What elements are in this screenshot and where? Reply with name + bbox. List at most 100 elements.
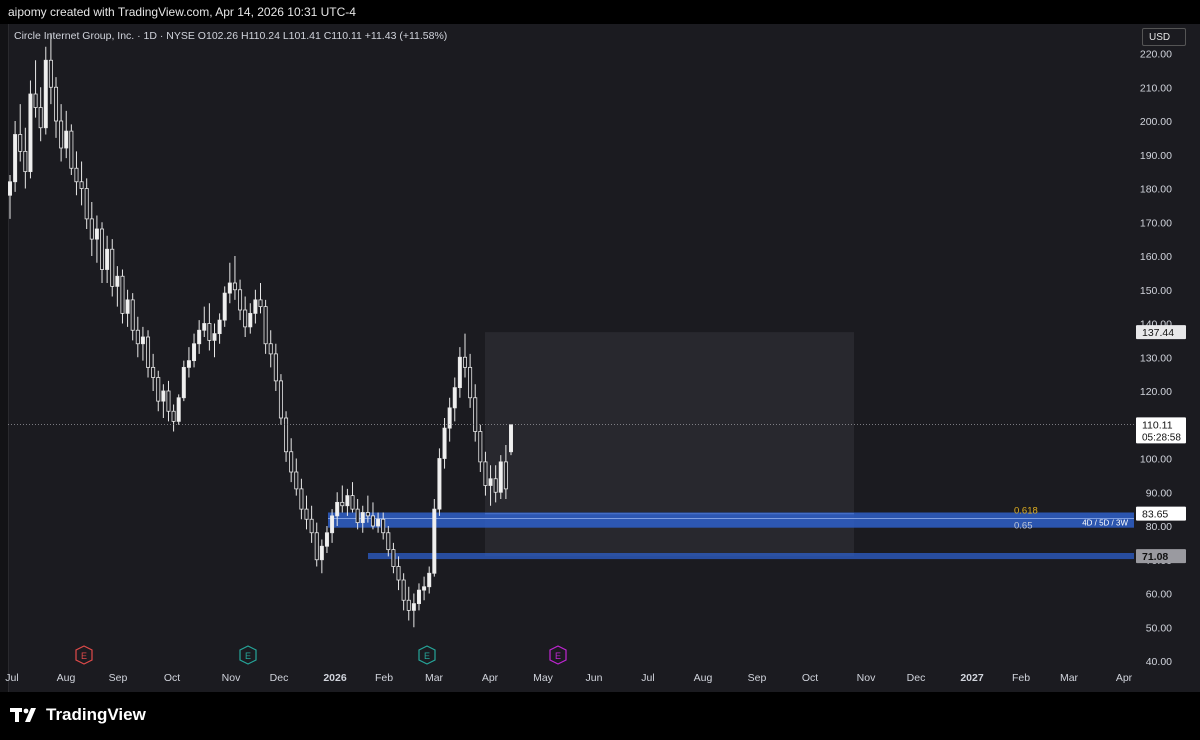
candle-body <box>263 306 268 345</box>
candle-body <box>289 451 294 473</box>
candle-body <box>110 248 115 287</box>
candle-body <box>370 515 375 527</box>
candle-body <box>7 181 12 196</box>
x-axis-tick-label: Jul <box>641 672 654 684</box>
candle-body <box>171 410 176 422</box>
candle-body <box>340 501 345 507</box>
x-axis-tick-label: Mar <box>425 672 444 684</box>
candle-body <box>192 343 197 362</box>
candle-body <box>406 599 411 611</box>
candle-body <box>166 390 171 412</box>
candle-body <box>243 309 248 328</box>
symbol-legend: Circle Internet Group, Inc. · 1D · NYSE … <box>14 30 448 42</box>
tradingview-logo-icon <box>10 708 36 722</box>
candle-body <box>345 495 350 507</box>
candle-body <box>217 319 222 335</box>
candle-body <box>350 495 355 510</box>
candle-body <box>151 366 156 378</box>
x-axis-tick-label: Oct <box>802 672 818 684</box>
candle-body <box>396 566 401 581</box>
candle-body <box>309 518 314 534</box>
y-axis-tick-label: 50.00 <box>1146 622 1172 634</box>
candle-body <box>432 508 437 574</box>
x-axis-tick-label: Nov <box>222 672 241 684</box>
candle-body <box>135 329 140 345</box>
y-axis-tick-label: 80.00 <box>1146 521 1172 533</box>
candle-body <box>23 150 28 173</box>
candle-body <box>299 488 304 510</box>
candle-body <box>28 93 33 173</box>
x-axis-tick-label: Feb <box>375 672 393 684</box>
tradingview-logo[interactable]: TradingView <box>10 704 146 726</box>
x-axis-tick-label: Dec <box>270 672 289 684</box>
candle-body <box>376 518 381 527</box>
price-axis-label: 110.11 <box>1142 419 1173 431</box>
candle-body <box>232 282 237 291</box>
candle-body <box>324 532 329 547</box>
x-axis-tick-label: Dec <box>907 672 926 684</box>
x-axis-tick-label: Apr <box>1116 672 1133 684</box>
fib-level-0618-label: 0.618 <box>1014 506 1038 517</box>
x-axis-tick-label: Aug <box>694 672 713 684</box>
y-axis-tick-label: 120.00 <box>1140 386 1172 398</box>
candle-body <box>79 181 84 189</box>
candle-body <box>452 387 457 409</box>
candle-body <box>314 532 319 561</box>
zone-timeframe-tag: 4D / 5D / 3W <box>1082 519 1128 528</box>
candle-body <box>294 471 299 490</box>
candle-body <box>69 130 74 169</box>
candle-body <box>386 532 391 551</box>
candle-body <box>120 275 125 314</box>
candle-body <box>125 299 130 314</box>
candle-body <box>48 59 53 88</box>
candle-body <box>411 603 416 611</box>
candle-body <box>401 579 406 601</box>
candle-body <box>186 360 191 368</box>
currency-selector[interactable]: USD <box>1142 28 1186 46</box>
brand-name: TradingView <box>46 705 146 724</box>
y-axis-tick-label: 40.00 <box>1146 656 1172 668</box>
y-axis-tick-label: 220.00 <box>1140 49 1172 61</box>
x-axis-tick-label: Apr <box>482 672 499 684</box>
candle-body <box>457 356 462 389</box>
candle-body <box>33 93 38 108</box>
candle-body <box>468 366 473 399</box>
x-axis-tick-label: May <box>533 672 554 684</box>
x-axis-tick-label: 2026 <box>323 672 347 684</box>
candle-body <box>478 431 483 463</box>
candle-body <box>473 397 478 432</box>
candle-body <box>258 299 263 308</box>
y-axis-tick-label: 90.00 <box>1146 487 1172 499</box>
x-axis-tick-label: Mar <box>1060 672 1079 684</box>
candle-body <box>43 59 48 129</box>
candle-body <box>105 248 110 270</box>
candle-body <box>493 478 498 493</box>
candle-body <box>304 508 309 520</box>
candle-body <box>330 515 335 534</box>
footer-bar <box>0 692 1200 740</box>
candle-body <box>422 586 427 591</box>
x-axis-tick-label: Nov <box>857 672 876 684</box>
x-axis-tick-label: Jul <box>5 672 18 684</box>
candle-body <box>207 323 212 341</box>
candle-body <box>319 545 324 561</box>
candle-body <box>248 312 253 328</box>
x-axis-tick-label: 2027 <box>960 672 984 684</box>
candle-body <box>54 86 59 122</box>
candle-body <box>212 333 217 341</box>
candle-body <box>488 478 493 486</box>
price-chart[interactable]: 0.618 0.65 4D / 5D / 3W E E E E 40.00 50.00 60.… <box>0 0 1200 692</box>
candle-body <box>146 336 151 368</box>
candle-body <box>197 329 202 345</box>
earnings-marker-label: E <box>245 651 251 661</box>
candle-body <box>365 512 370 517</box>
x-axis-tick-label: Feb <box>1012 672 1030 684</box>
candle-body <box>442 427 447 459</box>
x-axis-tick-label: Aug <box>57 672 76 684</box>
earnings-marker-label: E <box>555 651 561 661</box>
candle-body <box>238 289 243 311</box>
price-axis-label: 83.65 <box>1142 509 1168 521</box>
candle-body <box>427 572 432 588</box>
candle-body <box>64 130 69 149</box>
x-axis-tick-label: Jun <box>586 672 603 684</box>
